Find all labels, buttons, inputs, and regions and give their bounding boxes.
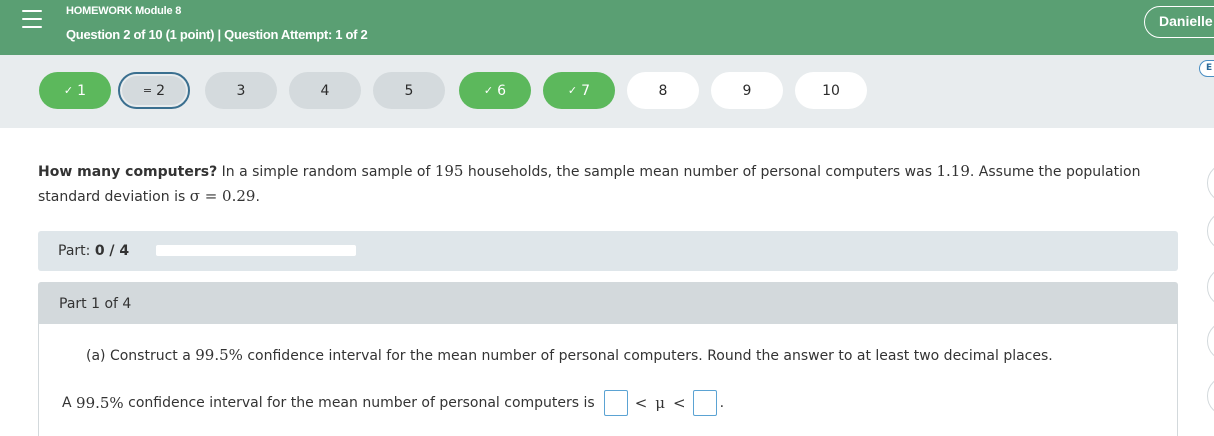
question-button-10[interactable]: 10 bbox=[795, 72, 867, 109]
part-label: Part: bbox=[58, 243, 91, 259]
answer-line: A 99.5% confidence interval for the mean… bbox=[62, 390, 724, 416]
upper-bound-input[interactable] bbox=[692, 390, 717, 416]
edge-circle bbox=[1207, 267, 1214, 307]
lower-bound-input[interactable] bbox=[603, 390, 628, 416]
edge-circle bbox=[1207, 376, 1214, 416]
less-than-symbol: < bbox=[634, 394, 648, 412]
part-progress: Part: 0 / 4 bbox=[38, 231, 1178, 271]
edge-circle bbox=[1207, 163, 1214, 203]
check-icon: ✓ bbox=[63, 84, 74, 97]
check-icon: ✓ bbox=[567, 84, 578, 97]
top-header: HOMEWORK Module 8 Question 2 of 10 (1 po… bbox=[0, 0, 1214, 55]
progress-bar bbox=[156, 245, 356, 256]
question-button-8[interactable]: 8 bbox=[627, 72, 699, 109]
confidence-level: 99.5% bbox=[195, 346, 243, 364]
user-menu-button[interactable]: Danielle bbox=[1144, 6, 1214, 38]
less-than-symbol: < bbox=[673, 394, 686, 412]
question-lead: How many computers? bbox=[38, 164, 218, 180]
question-info: Question 2 of 10 (1 point) | Question At… bbox=[66, 27, 368, 42]
part-score: 0 / 4 bbox=[94, 243, 130, 259]
question-button-3[interactable]: 3 bbox=[205, 72, 277, 109]
sigma-value: σ = 0.29 bbox=[189, 187, 256, 205]
question-button-6[interactable]: ✓ 6 bbox=[459, 72, 531, 109]
side-badge[interactable]: E bbox=[1199, 60, 1214, 77]
sample-mean: 1.19 bbox=[936, 162, 970, 180]
part-heading: Part 1 of 4 bbox=[39, 283, 1177, 324]
period: . bbox=[719, 395, 725, 411]
question-button-9[interactable]: 9 bbox=[711, 72, 783, 109]
question-button-7[interactable]: ✓ 7 bbox=[543, 72, 615, 109]
part-panel: Part 1 of 4 (a) Construct a 99.5% confid… bbox=[38, 282, 1178, 436]
question-button-2[interactable]: = 2 bbox=[118, 72, 190, 109]
mu-symbol: μ bbox=[655, 394, 666, 412]
current-marker-icon: = bbox=[142, 84, 153, 97]
hamburger-menu-icon[interactable] bbox=[22, 10, 42, 32]
question-button-1[interactable]: ✓ 1 bbox=[39, 72, 111, 109]
question-text: How many computers? In a simple random s… bbox=[38, 162, 1141, 205]
sample-size: 195 bbox=[434, 162, 464, 180]
question-button-4[interactable]: 4 bbox=[289, 72, 361, 109]
edge-circle bbox=[1207, 321, 1214, 361]
module-title: HOMEWORK Module 8 bbox=[66, 5, 182, 17]
edge-circle bbox=[1207, 211, 1214, 251]
part-question: (a) Construct a 99.5% confidence interva… bbox=[86, 346, 1053, 364]
check-icon: ✓ bbox=[483, 84, 494, 97]
question-nav: ✓ 1 = 2 3 4 5 ✓ 6 ✓ 7 8 9 10 bbox=[0, 55, 1214, 128]
question-button-5[interactable]: 5 bbox=[373, 72, 445, 109]
